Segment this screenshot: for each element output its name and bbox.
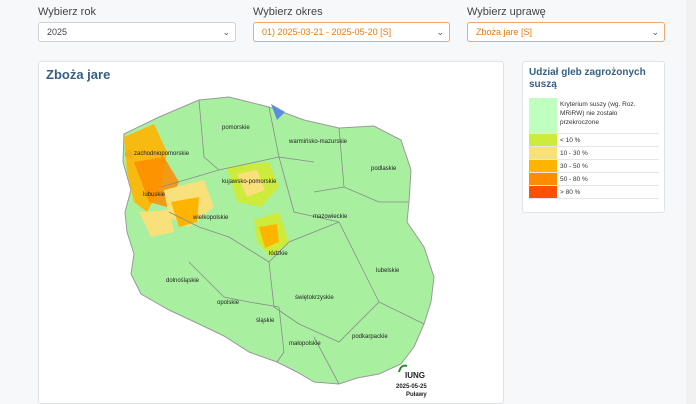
period-filter-label: Wybierz okres bbox=[253, 6, 323, 18]
region-label-podlaskie: podlaskie bbox=[371, 166, 397, 172]
legend-item: 50 - 80 % bbox=[529, 173, 659, 186]
region-label-kujawsko-pomorskie: kujawsko-pomorskie bbox=[222, 179, 277, 185]
region-label-podkarpackie: podkarpackie bbox=[352, 334, 388, 340]
map-date: 2025-05-25 bbox=[396, 384, 427, 390]
legend-card: Udział gleb zagrożonych suszą Kryterium … bbox=[522, 61, 665, 213]
map-title: Zboża jare bbox=[46, 67, 111, 82]
poland-drought-map: pomorskie warmińsko-mazurskie zachodniop… bbox=[122, 96, 435, 398]
region-label-zachodniopomorskie: zachodniopomorskie bbox=[134, 151, 190, 157]
region-label-opolskie: opolskie bbox=[217, 300, 240, 306]
chevron-down-icon: ⌄ bbox=[436, 27, 444, 37]
region-label-warminsko-mazurskie: warmińsko-mazurskie bbox=[288, 139, 348, 145]
year-select[interactable]: 2025 ⌄ bbox=[38, 22, 236, 42]
map-place: Puławy bbox=[406, 392, 427, 398]
page-scrollbar[interactable] bbox=[686, 0, 696, 404]
region-label-slaskie: śląskie bbox=[256, 318, 275, 324]
legend-swatch bbox=[529, 173, 557, 185]
chevron-down-icon: ⌄ bbox=[651, 27, 659, 37]
region-label-lubelskie: lubelskie bbox=[376, 268, 400, 274]
legend-swatch bbox=[529, 160, 557, 172]
crop-select-value: Zboża jare [S] bbox=[476, 27, 533, 37]
legend-item-label: 30 - 50 % bbox=[560, 163, 588, 170]
year-filter-label: Wybierz rok bbox=[38, 6, 96, 18]
legend-item: < 10 % bbox=[529, 134, 659, 147]
legend-swatch bbox=[529, 98, 557, 133]
legend-item-label: 10 - 30 % bbox=[560, 150, 588, 157]
iung-logo: IUNG bbox=[398, 364, 425, 380]
logo-text: IUNG bbox=[405, 371, 425, 380]
crop-filter-label: Wybierz uprawę bbox=[467, 6, 546, 18]
crop-select[interactable]: Zboża jare [S] ⌄ bbox=[467, 22, 665, 42]
region-label-pomorskie: pomorskie bbox=[222, 125, 250, 131]
legend-item: > 80 % bbox=[529, 186, 659, 199]
period-select[interactable]: 01) 2025-03-21 - 2025-05-20 [S] ⌄ bbox=[253, 22, 450, 42]
legend-title: Udział gleb zagrożonych suszą bbox=[529, 67, 646, 90]
region-label-wielkopolskie: wielkopolskie bbox=[192, 215, 229, 221]
legend-item-label: Kryterium suszy (wg. Roz. MRiRW) nie zos… bbox=[560, 101, 636, 126]
region-label-lubuskie: lubuskie bbox=[143, 192, 166, 198]
region-label-malopolskie: małopolskie bbox=[289, 341, 321, 347]
chevron-down-icon: ⌄ bbox=[222, 27, 230, 37]
region-label-lodzkie: łódzkie bbox=[269, 251, 288, 257]
legend-item: 30 - 50 % bbox=[529, 160, 659, 173]
legend-item-label: 50 - 80 % bbox=[560, 176, 588, 183]
region-label-dolnoslaskie: dolnośląskie bbox=[166, 278, 200, 284]
year-select-value: 2025 bbox=[47, 27, 68, 37]
legend-swatch bbox=[529, 134, 557, 146]
legend-swatch bbox=[529, 186, 557, 198]
map-card: pomorskie warmińsko-mazurskie zachodniop… bbox=[38, 61, 504, 404]
legend-item: 10 - 30 % bbox=[529, 147, 659, 160]
region-label-mazowieckie: mazowieckie bbox=[313, 214, 348, 220]
legend-swatch bbox=[529, 147, 557, 159]
region-label-swietokrzyskie: świętokrzyskie bbox=[295, 295, 334, 301]
period-select-value: 01) 2025-03-21 - 2025-05-20 [S] bbox=[262, 27, 392, 37]
legend-item: Kryterium suszy (wg. Roz. MRiRW) nie zos… bbox=[529, 98, 659, 134]
legend-item-label: < 10 % bbox=[560, 137, 581, 144]
legend-item-label: > 80 % bbox=[560, 189, 581, 196]
